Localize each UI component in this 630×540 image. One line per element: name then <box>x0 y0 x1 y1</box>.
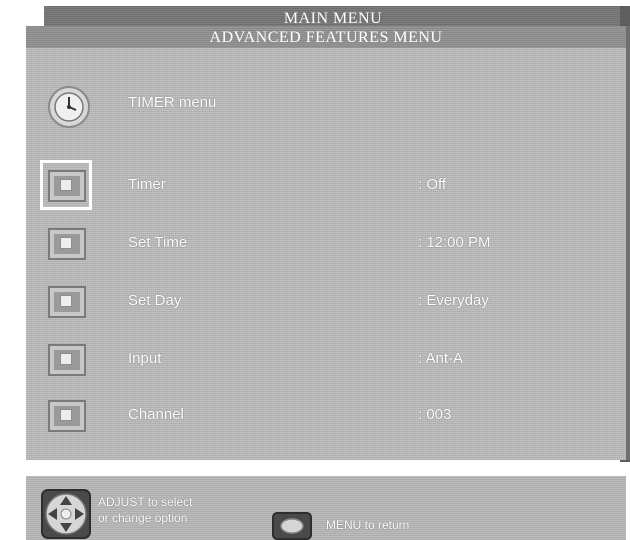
row-value: : 003 <box>418 406 452 423</box>
menu-return-hint: MENU to return <box>326 518 410 532</box>
tv-menu-screen: MAIN MENU ADVANCED FEATURES MENU TIMER m… <box>0 0 630 540</box>
timer-menu-title: TIMER menu <box>128 94 217 111</box>
row-label: Channel <box>128 406 184 423</box>
dpad-icon <box>41 489 91 539</box>
row-bullet-icon <box>48 170 86 202</box>
menu-row-input[interactable]: Input : Ant-A <box>0 334 630 380</box>
row-label: Timer <box>128 176 166 193</box>
adjust-hint: ADJUST to select or change option <box>98 494 248 526</box>
menu-row-channel[interactable]: Channel : 003 <box>0 390 630 436</box>
clock-icon <box>48 86 90 128</box>
menu-button-icon <box>272 512 312 540</box>
row-label: Input <box>128 350 162 367</box>
menu-row-timer[interactable]: Timer : Off <box>0 160 630 210</box>
row-label: Set Day <box>128 292 182 309</box>
row-bullet-icon <box>48 344 86 376</box>
adjust-hint-line2: or change option <box>98 511 188 525</box>
advanced-menu-title: ADVANCED FEATURES MENU <box>209 29 443 46</box>
row-value: : Ant-A <box>418 350 464 367</box>
row-bullet-icon <box>48 286 86 318</box>
menu-row-set-time[interactable]: Set Time : 12:00 PM <box>0 218 630 264</box>
row-bullet-icon <box>48 400 86 432</box>
row-bullet-icon <box>48 228 86 260</box>
row-value: : 12:00 PM <box>418 234 491 251</box>
row-value: : Off <box>418 176 447 193</box>
row-value: : Everyday <box>418 292 489 309</box>
advanced-menu-header: ADVANCED FEATURES MENU <box>26 26 626 48</box>
adjust-hint-line1: ADJUST to select <box>98 495 193 509</box>
row-label: Set Time <box>128 234 188 251</box>
menu-row-set-day[interactable]: Set Day : Everyday <box>0 276 630 322</box>
